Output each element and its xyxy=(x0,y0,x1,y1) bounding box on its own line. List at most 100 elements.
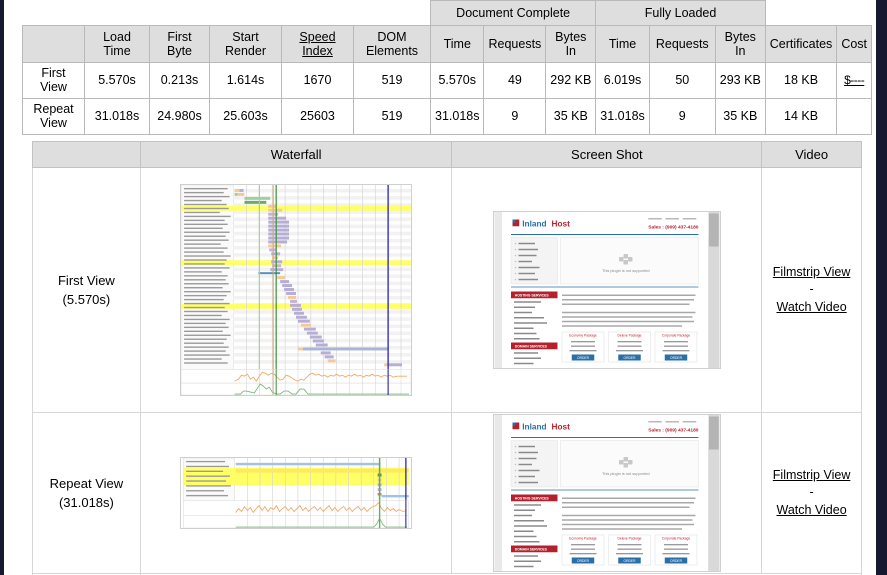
column-header-speed-index[interactable]: Speed Index xyxy=(281,25,354,63)
column-header-load-time: Load Time xyxy=(84,25,150,63)
svg-text:ORDER: ORDER xyxy=(623,356,636,360)
filmstrip-view-link-first-view[interactable]: Filmstrip View xyxy=(773,265,851,279)
column-header-first-byte-line2: Byte xyxy=(166,44,192,58)
watch-video-link-first-view[interactable]: Watch Video xyxy=(776,300,846,314)
svg-text:Host: Host xyxy=(551,219,570,228)
first-view-start-render: 1.614s xyxy=(209,62,282,99)
svg-text:ORDER: ORDER xyxy=(577,559,590,563)
svg-text:Inland: Inland xyxy=(522,422,546,431)
svg-text:Deluxe Package: Deluxe Package xyxy=(617,537,641,541)
column-header-rowhead xyxy=(22,25,85,63)
column-header-dom-elements: DOM Elements xyxy=(353,25,431,63)
detail-header-video: Video xyxy=(761,141,862,168)
column-header-load-time-line1: Load xyxy=(103,29,131,44)
detail-label-repeat-view: Repeat View (31.018s) xyxy=(32,412,141,574)
column-header-dc-bytes-in: Bytes In xyxy=(545,25,597,63)
detail-header-screenshot: Screen Shot xyxy=(451,141,763,168)
first-view-dom-elements: 519 xyxy=(353,62,431,99)
waterfall-chart-first-view[interactable] xyxy=(180,184,413,396)
video-separator-first-view: - xyxy=(809,282,814,297)
repeat-view-dom-elements: 519 xyxy=(353,97,431,135)
group-header-document-complete: Document Complete xyxy=(429,0,597,26)
screenshot-thumbnail-repeat-view[interactable]: Inland Host Sales : (909) 437-4180 This … xyxy=(492,414,721,572)
detail-label-first-view: First View (5.570s) xyxy=(32,167,141,413)
detail-header-waterfall: Waterfall xyxy=(139,141,453,168)
summary-blank-cost xyxy=(837,1,872,26)
summary-blank-firstbyte xyxy=(150,1,210,26)
repeat-view-start-render: 25.603s xyxy=(209,97,282,135)
cost-link[interactable]: $---- xyxy=(844,73,865,87)
speed-index-link-line1[interactable]: Speed xyxy=(299,30,335,44)
first-view-fl-bytes-in: 293 KB xyxy=(714,62,766,99)
video-cell-first-view: Filmstrip View - Watch Video xyxy=(761,167,862,413)
screenshot-cell-repeat-view[interactable]: Inland Host Sales : (909) 437-4180 This … xyxy=(451,412,763,574)
filmstrip-view-link-repeat-view[interactable]: Filmstrip View xyxy=(773,468,851,482)
column-header-load-time-line2: Time xyxy=(103,44,131,58)
svg-text:ORDER: ORDER xyxy=(670,356,683,360)
repeat-view-dc-bytes-in: 35 KB xyxy=(545,97,597,135)
svg-text:DOMAIN SERVICES: DOMAIN SERVICES xyxy=(515,344,548,348)
screenshot-cell-first-view[interactable]: Inland Host Sales : (909) 437-4180 This … xyxy=(451,167,763,413)
waterfall-cell-first-view[interactable] xyxy=(139,167,453,413)
column-header-dom-elements-line2: Elements xyxy=(365,44,419,58)
repeat-view-load-time: 31.018s xyxy=(84,97,150,135)
speed-index-link-line2[interactable]: Index xyxy=(302,44,333,58)
screenshot-repeat-view-wrap: Inland Host Sales : (909) 437-4180 This … xyxy=(453,414,760,572)
svg-text:Inland: Inland xyxy=(522,219,546,228)
summary-rowhead-repeat-view: Repeat View xyxy=(22,97,85,135)
first-view-dc-bytes-in: 292 KB xyxy=(545,62,597,99)
column-header-fl-bytes-line1: Bytes xyxy=(724,29,756,44)
summary-row-repeat-view: Repeat View 31.018s 24.980s 25.603s 2560… xyxy=(22,97,873,135)
first-view-fl-time: 6.019s xyxy=(595,62,650,99)
repeat-view-first-byte: 24.980s xyxy=(149,97,210,135)
svg-text:ORDER: ORDER xyxy=(670,559,683,563)
column-header-start-render-line1: Start xyxy=(232,29,259,44)
svg-text:Sales : (909) 437-4180: Sales : (909) 437-4180 xyxy=(648,428,699,434)
first-view-certificates: 18 KB xyxy=(764,62,838,99)
watch-video-link-repeat-view[interactable]: Watch Video xyxy=(776,503,846,517)
column-header-dc-bytes-line2: In xyxy=(565,44,577,58)
column-header-start-render-line2: Render xyxy=(225,44,266,58)
detail-label-repeat-view-name: Repeat View xyxy=(49,475,124,491)
detail-label-repeat-view-time: (31.018s) xyxy=(58,495,114,510)
svg-text:ORDER: ORDER xyxy=(623,559,636,563)
repeat-view-cost xyxy=(836,97,873,135)
summary-column-header-row: Load Time First Byte Start Render Speed … xyxy=(22,25,873,63)
repeat-view-dc-requests: 9 xyxy=(483,97,547,135)
repeat-view-fl-time: 31.018s xyxy=(595,97,650,135)
column-header-cost: Cost xyxy=(836,25,873,63)
column-header-dc-bytes-line1: Bytes xyxy=(555,29,587,44)
detail-header-row: Waterfall Screen Shot Video xyxy=(32,141,862,168)
first-view-fl-requests: 50 xyxy=(648,62,716,99)
column-header-fl-bytes-line2: In xyxy=(735,44,746,58)
waterfall-cell-repeat-view[interactable] xyxy=(139,412,453,574)
column-header-dc-time: Time xyxy=(429,25,485,63)
repeat-view-dc-time: 31.018s xyxy=(429,97,485,135)
summary-row-first-view: First View 5.570s 0.213s 1.614s 1670 519… xyxy=(22,62,873,99)
page-content: Document Complete Fully Loaded Load Time… xyxy=(4,0,876,575)
summary-corner-blank xyxy=(23,1,85,26)
svg-text:Deluxe Package: Deluxe Package xyxy=(617,334,641,338)
summary-metrics-table: Document Complete Fully Loaded Load Time… xyxy=(22,0,873,135)
repeat-view-fl-bytes-in: 35 KB xyxy=(714,97,766,135)
waterfall-chart-repeat-view[interactable] xyxy=(180,457,413,529)
first-view-dc-time: 5.570s xyxy=(429,62,485,99)
column-header-first-byte: First Byte xyxy=(149,25,210,63)
first-view-load-time: 5.570s xyxy=(84,62,150,99)
svg-text:Sales : (909) 437-4180: Sales : (909) 437-4180 xyxy=(648,225,699,231)
repeat-view-speed-index: 25603 xyxy=(281,97,354,135)
screenshot-thumbnail-first-view[interactable]: Inland Host Sales : (909) 437-4180 This … xyxy=(492,211,721,369)
svg-text:This plugin is not supported: This plugin is not supported xyxy=(602,268,650,273)
first-view-first-byte: 0.213s xyxy=(149,62,210,99)
detail-header-blank xyxy=(32,141,141,168)
svg-text:Corporate Package: Corporate Package xyxy=(662,537,691,541)
first-view-cost-cell[interactable]: $---- xyxy=(836,62,873,99)
svg-text:Corporate Package: Corporate Package xyxy=(662,334,691,338)
video-separator-repeat-view: - xyxy=(809,485,814,500)
detail-label-first-view-name: First View xyxy=(57,272,115,288)
svg-text:HOSTING SERVICES: HOSTING SERVICES xyxy=(515,293,550,297)
group-header-fully-loaded: Fully Loaded xyxy=(595,0,766,26)
column-header-first-byte-line1: First xyxy=(167,29,192,44)
screenshot-first-view-wrap: Inland Host Sales : (909) 437-4180 This … xyxy=(453,211,760,369)
column-header-start-render: Start Render xyxy=(209,25,282,63)
